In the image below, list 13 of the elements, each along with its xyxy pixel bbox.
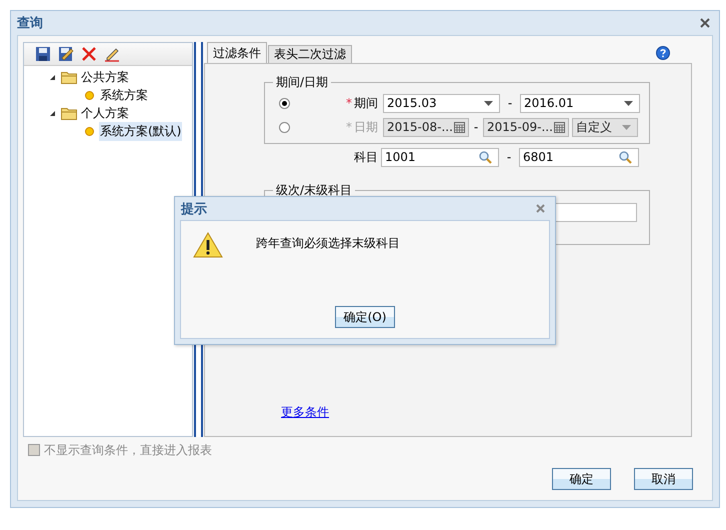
window-title: 查询 bbox=[17, 15, 43, 32]
message-text: 跨年查询必须选择末级科目 bbox=[256, 235, 400, 252]
group-title: 期间/日期 bbox=[275, 74, 330, 91]
field-label: 日期 bbox=[354, 118, 378, 136]
range-separator: - bbox=[506, 96, 514, 110]
field-label: 期间 bbox=[354, 94, 378, 112]
dialog-title: 提示 bbox=[181, 200, 207, 218]
group-title: 级次/末级科目 bbox=[275, 182, 354, 199]
range-separator: - bbox=[506, 150, 512, 164]
required-mark: * bbox=[346, 120, 352, 134]
field-label: 科目 bbox=[353, 148, 378, 166]
required-mark: * bbox=[346, 96, 352, 110]
range-separator: - bbox=[472, 120, 480, 134]
